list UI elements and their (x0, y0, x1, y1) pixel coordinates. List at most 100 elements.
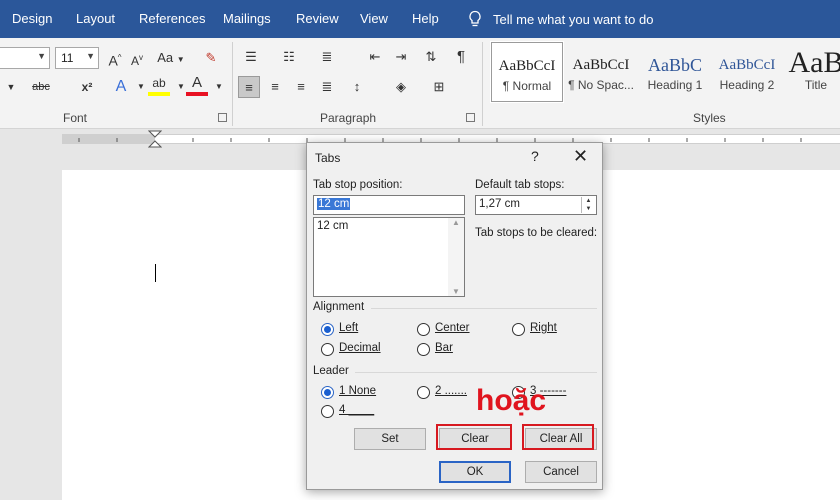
show-formatting-button[interactable]: ¶ (450, 46, 472, 68)
style-sample: AaBbCcI (572, 57, 630, 73)
radio-right-label[interactable]: Right (530, 322, 557, 334)
tab-layout[interactable]: Layout (76, 12, 115, 26)
strikethrough-button[interactable]: abc (28, 76, 54, 98)
style-sample: AaBbC (648, 55, 702, 75)
sort-icon[interactable]: ⇅ (420, 46, 442, 68)
chevron-down-icon: ▼ (86, 51, 95, 61)
superscript-label: x² (81, 80, 93, 94)
multilevel-list-icon[interactable]: ≣ (316, 46, 338, 68)
radio-leader-dots-label[interactable]: 2 ....... (435, 385, 467, 397)
ok-button[interactable]: OK (439, 461, 511, 483)
style-no-spacing[interactable]: AaBbCcI ¶ No Spac... (565, 42, 637, 102)
font-group-label: Font (63, 111, 88, 125)
radio-left-label[interactable]: Left (339, 322, 358, 334)
leader-label: Leader (313, 365, 349, 377)
radio-leader-none[interactable] (321, 386, 334, 399)
spinner-icon[interactable]: ▲ ▼ (581, 197, 595, 213)
bullets-icon[interactable]: ☰ (240, 46, 262, 68)
tab-view[interactable]: View (360, 12, 388, 26)
fieldset-line (355, 372, 597, 373)
style-heading-2[interactable]: AaBbCcI Heading 2 (711, 42, 783, 102)
tab-stop-input[interactable]: 12 cm (313, 195, 465, 215)
tab-design[interactable]: Design (12, 12, 52, 26)
radio-decimal[interactable] (321, 343, 334, 356)
align-center-icon[interactable]: ≡ (264, 76, 286, 98)
alignment-label: Alignment (313, 301, 365, 313)
justify-icon[interactable]: ≣ (316, 76, 338, 98)
numbering-icon[interactable]: ☷ (278, 46, 300, 68)
help-icon[interactable]: ? (531, 148, 539, 164)
list-item[interactable]: 12 cm (317, 220, 348, 232)
align-left-icon[interactable]: ≡ (238, 76, 260, 98)
tab-stop-value: 12 cm (317, 198, 351, 210)
text-effects-button[interactable]: A (110, 76, 132, 98)
paragraph-group-label: Paragraph (320, 111, 377, 125)
chevron-down-icon: ▼ (37, 51, 46, 61)
style-sample: AaBbCcI (498, 58, 556, 74)
tab-stop-list[interactable]: 12 cm ▲ ▼ (313, 217, 465, 297)
radio-right[interactable] (512, 323, 525, 336)
highlight-button[interactable]: ab (148, 74, 170, 96)
chevron-down-icon[interactable]: ▼ (0, 76, 22, 98)
cancel-button[interactable]: Cancel (525, 461, 597, 483)
clear-formatting-icon[interactable]: ✎ (200, 47, 222, 69)
radio-decimal-label[interactable]: Decimal (339, 342, 381, 354)
radio-center-label[interactable]: Center (435, 322, 470, 334)
lightbulb-icon (469, 10, 481, 27)
increase-indent-icon[interactable]: ⇥ (390, 46, 412, 68)
style-name: ¶ No Spac... (568, 78, 634, 92)
tab-mailings[interactable]: Mailings (223, 12, 271, 26)
font-size-combo[interactable]: 11 ▼ (55, 47, 99, 69)
list-scrollbar[interactable]: ▲ ▼ (448, 218, 464, 296)
shrink-font-label: A (130, 54, 139, 68)
tab-stops-cleared-label: Tab stops to be cleared: (475, 227, 598, 239)
styles-group-label: Styles (693, 111, 726, 125)
pilcrow-label: ¶ (456, 48, 466, 65)
decrease-indent-icon[interactable]: ⇤ (364, 46, 386, 68)
highlight-box-clear (436, 424, 512, 450)
tab-references[interactable]: References (139, 12, 205, 26)
radio-bar[interactable] (417, 343, 430, 356)
change-case-button[interactable]: Aa ▼ (156, 47, 186, 69)
radio-left[interactable] (321, 323, 334, 336)
ribbon: ▼ 11 ▼ A^ Av Aa ▼ ✎ ▼ abc x² A ▼ ab ▼ A ▼… (0, 38, 840, 129)
line-spacing-icon[interactable]: ↕ (346, 76, 368, 98)
chevron-down-icon[interactable]: ▼ (208, 76, 230, 98)
set-button[interactable]: Set (354, 428, 426, 450)
tab-stop-label: Tab stop position: (313, 179, 403, 191)
paragraph-dialog-launcher-icon[interactable] (466, 113, 475, 122)
font-dialog-launcher-icon[interactable] (218, 113, 227, 122)
indent-marker-icon[interactable] (148, 130, 162, 152)
superscript-button[interactable]: x² (76, 76, 98, 98)
shading-icon[interactable]: ◈ (390, 76, 412, 98)
radio-leader-underline-label[interactable]: 4 ____ (339, 404, 374, 416)
scroll-up-icon[interactable]: ▲ (448, 218, 464, 227)
radio-bar-label[interactable]: Bar (435, 342, 453, 354)
style-title[interactable]: AaB Title (781, 42, 840, 102)
style-normal[interactable]: AaBbCcI ¶ Normal (490, 41, 564, 103)
align-right-icon[interactable]: ≡ (290, 76, 312, 98)
default-tab-stops-value: 1,27 cm (479, 198, 520, 210)
radio-center[interactable] (417, 323, 430, 336)
scroll-down-icon[interactable]: ▼ (448, 287, 464, 296)
style-name: Heading 2 (719, 78, 775, 92)
tell-me-search[interactable]: Tell me what you want to do (466, 10, 653, 28)
font-color-button[interactable]: A (186, 74, 208, 96)
default-tab-stops-input[interactable]: 1,27 cm ▲ ▼ (475, 195, 597, 215)
borders-icon[interactable]: ⊞ (428, 76, 450, 98)
close-icon[interactable]: ✕ (573, 146, 588, 167)
font-size-value: 11 (61, 51, 74, 65)
shrink-font-button[interactable]: Av (126, 47, 148, 69)
tab-review[interactable]: Review (296, 12, 339, 26)
style-name: ¶ Normal (502, 79, 552, 93)
radio-leader-none-label[interactable]: 1 None (339, 385, 376, 397)
style-heading-1[interactable]: AaBbC Heading 1 (639, 42, 711, 102)
grow-font-button[interactable]: A^ (104, 47, 126, 69)
default-tab-stops-label: Default tab stops: (475, 179, 565, 191)
font-name-combo[interactable]: ▼ (0, 47, 50, 69)
radio-leader-underline[interactable] (321, 405, 334, 418)
tab-help[interactable]: Help (412, 12, 439, 26)
style-name: Heading 1 (647, 78, 703, 92)
radio-leader-dots[interactable] (417, 386, 430, 399)
group-separator (482, 42, 483, 126)
